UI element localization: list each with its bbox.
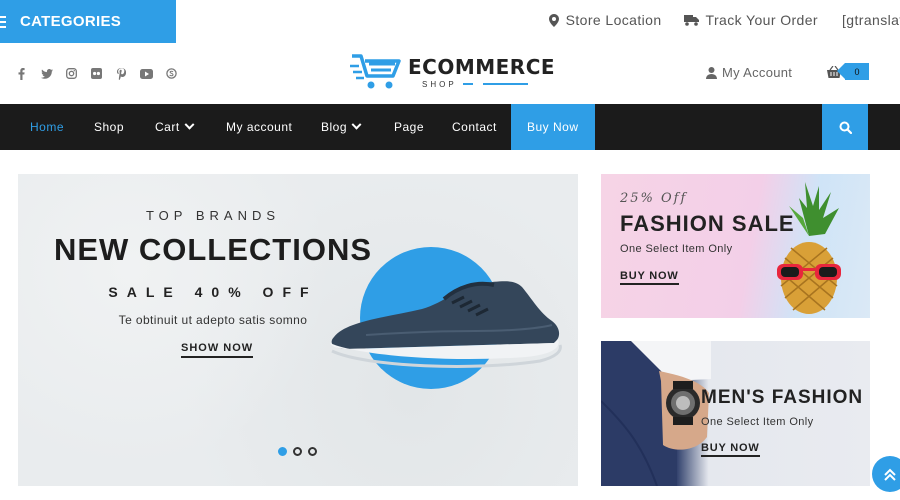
instagram-icon[interactable] <box>65 67 78 80</box>
nav-cart-label: Cart <box>155 120 180 134</box>
flickr-icon[interactable] <box>90 67 103 80</box>
search-icon <box>839 121 852 134</box>
hero-cta-link[interactable]: SHOW NOW <box>181 342 254 358</box>
slider-dot[interactable] <box>278 447 287 456</box>
track-order-label: Track Your Order <box>705 12 818 28</box>
nav-home-label: Home <box>30 120 65 134</box>
search-button[interactable] <box>822 104 868 150</box>
menu-icon <box>0 13 6 31</box>
banner-discount-text: 25% Off <box>620 191 688 206</box>
nav-page[interactable]: Page <box>394 104 424 150</box>
track-order-link[interactable]: Track Your Order <box>683 12 818 28</box>
nav-cart[interactable]: Cart <box>155 104 195 150</box>
nav-buy-now[interactable]: Buy Now <box>511 104 595 150</box>
store-location-label: Store Location <box>565 12 662 28</box>
nav-page-label: Page <box>394 120 425 134</box>
nav-home[interactable]: Home <box>30 104 64 150</box>
hero-title: NEW COLLECTIONS <box>53 232 373 267</box>
banner-buy-now-link[interactable]: BUY NOW <box>620 270 679 285</box>
cart-count-badge: 0 <box>837 63 869 80</box>
banner-buy-now-link[interactable]: BUY NOW <box>701 442 760 457</box>
banner-heading: MEN'S FASHION <box>701 387 864 408</box>
slider-dots <box>278 447 323 456</box>
cart-button[interactable]: 0 <box>827 63 869 80</box>
nav-shop-label: Shop <box>94 120 125 134</box>
nav-my-account[interactable]: My account <box>226 104 292 150</box>
cart-logo-icon <box>350 54 401 89</box>
slider-dot[interactable] <box>293 447 302 456</box>
watch-hand-image <box>601 341 711 486</box>
user-icon <box>706 66 717 79</box>
store-location-link[interactable]: Store Location <box>548 12 662 28</box>
pinterest-icon[interactable] <box>115 67 128 80</box>
logo-title: ECOMMERCE <box>408 54 556 79</box>
map-pin-icon <box>548 13 559 27</box>
main-nav: Home Shop Cart My account Blog Page Cont… <box>0 104 900 150</box>
hero-slider: TOP BRANDS NEW COLLECTIONS SALE 40% OFF … <box>18 174 578 486</box>
skype-icon[interactable] <box>165 67 178 80</box>
my-account-link[interactable]: My Account <box>706 65 792 80</box>
pineapple-image <box>777 182 841 314</box>
hero-kicker: TOP BRANDS <box>145 208 281 223</box>
categories-label: CATEGORIES <box>20 13 122 30</box>
fashion-sale-banner[interactable]: 25% Off FASHION SALE One Select Item Onl… <box>601 174 870 318</box>
chevron-down-icon <box>351 119 362 130</box>
nav-blog[interactable]: Blog <box>321 104 362 150</box>
youtube-icon[interactable] <box>140 67 153 80</box>
gtranslate-text: [gtranslate] <box>842 12 900 28</box>
slider-dot[interactable] <box>308 447 317 456</box>
nav-blog-label: Blog <box>321 120 348 134</box>
top-links: Store Location Track Your Order [gtransl… <box>527 12 900 28</box>
truck-icon <box>683 15 699 26</box>
banner-subtitle: One Select Item Only <box>701 416 814 428</box>
twitter-icon[interactable] <box>40 67 53 80</box>
categories-button[interactable]: CATEGORIES <box>0 0 176 43</box>
facebook-icon[interactable] <box>15 67 28 80</box>
my-account-label: My Account <box>722 65 793 80</box>
scroll-to-top-button[interactable] <box>872 456 900 492</box>
sneaker-image <box>330 281 562 368</box>
nav-buy-now-label: Buy Now <box>527 120 579 134</box>
nav-my-account-label: My account <box>226 120 293 134</box>
site-logo[interactable]: ECOMMERCE SHOP <box>350 52 555 92</box>
mens-fashion-banner[interactable]: MEN'S FASHION One Select Item Only BUY N… <box>601 341 870 486</box>
nav-contact[interactable]: Contact <box>452 104 497 150</box>
social-links <box>15 67 190 80</box>
logo-subtitle: SHOP <box>422 79 457 89</box>
chevron-down-icon <box>184 119 195 130</box>
banner-subtitle: One Select Item Only <box>620 243 733 255</box>
nav-shop[interactable]: Shop <box>94 104 124 150</box>
nav-contact-label: Contact <box>452 120 497 134</box>
double-chevron-up-icon <box>884 468 896 481</box>
